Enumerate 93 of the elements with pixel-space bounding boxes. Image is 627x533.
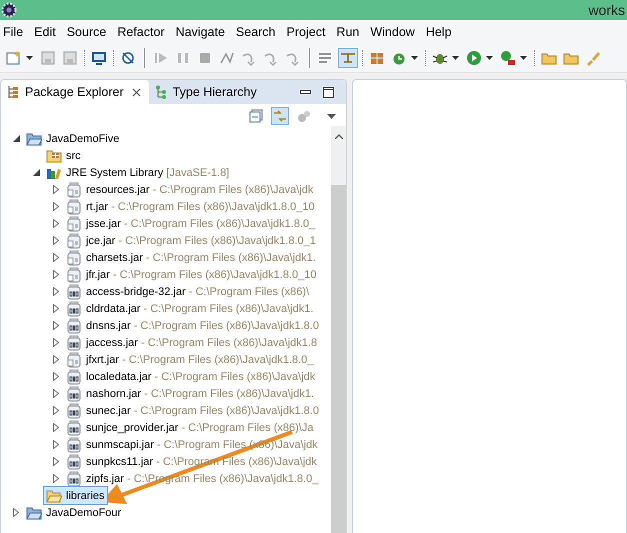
jar-icon (66, 318, 82, 334)
jar-icon (66, 436, 82, 452)
tree-item[interactable]: cldrdata.jar - C:\Program Files (x86)\Java\jdk1. (63, 299, 316, 318)
menu-item[interactable]: Source (64, 25, 114, 39)
maximize-icon[interactable] (323, 86, 334, 98)
collapsed-arrow-icon[interactable] (53, 457, 59, 466)
tree-item[interactable]: JavaDemoFour (23, 503, 124, 522)
menu-item[interactable]: Run (333, 25, 366, 39)
tree-item[interactable]: dnsns.jar - C:\Program Files (x86)\Java\jdk1.8.0 (63, 316, 322, 335)
jar-icon (66, 216, 82, 232)
jar-icon (66, 352, 82, 368)
tree-item[interactable]: localedata.jar - C:\Program Files (x86)\Java\jdk (63, 367, 318, 386)
jar-icon (66, 266, 82, 282)
collapsed-arrow-icon[interactable] (13, 508, 19, 517)
tree-item[interactable]: charsets.jar - C:\Program Files (x86)\Java\jdk1. (63, 248, 319, 267)
collapsed-arrow-icon[interactable] (53, 253, 59, 262)
tree-item[interactable]: jfr.jar - C:\Program Files (x86)\Java\jdk1.8.0_10 (63, 265, 320, 284)
collapsed-arrow-icon[interactable] (53, 321, 59, 330)
collapsed-arrow-icon[interactable] (53, 440, 59, 449)
collapsed-arrow-icon[interactable] (53, 423, 59, 432)
tree-item[interactable]: JRE System Library [JavaSE-1.8] (43, 163, 232, 182)
menu-item[interactable]: Search (232, 25, 283, 39)
run-tool-icon[interactable] (498, 48, 518, 68)
collapsed-arrow-icon[interactable] (53, 338, 59, 347)
collapsed-arrow-icon[interactable] (53, 202, 59, 211)
jar-icon (66, 470, 82, 486)
menu-item[interactable]: Navigate (172, 25, 232, 39)
jar-icon (66, 334, 82, 350)
collapsed-arrow-icon[interactable] (53, 270, 59, 279)
jar-icon (66, 284, 82, 300)
jar-icon (66, 386, 82, 402)
link-editor-icon[interactable] (271, 107, 289, 125)
view-tab[interactable]: Type Hierarchy (148, 80, 265, 104)
scrollbar[interactable] (331, 126, 346, 533)
menu-item[interactable]: Help (422, 25, 459, 39)
hierarchy-icon (154, 85, 167, 99)
jar-icon (66, 182, 82, 198)
menu-item[interactable]: Refactor (114, 25, 172, 39)
tree-item[interactable]: jsse.jar - C:\Program Files (x86)\Java\jdk1.8.0_ (63, 214, 318, 233)
menu-item[interactable]: Window (367, 25, 422, 39)
tree-item[interactable]: libraries (43, 486, 108, 505)
collapsed-arrow-icon[interactable] (53, 474, 59, 483)
caret-icon[interactable] (520, 56, 527, 60)
view-tab[interactable]: Package Explorer (1, 80, 149, 104)
package-tree-icon (7, 85, 19, 99)
jar-icon (66, 368, 82, 384)
folder-icon (46, 488, 62, 504)
collapsed-arrow-icon[interactable] (53, 185, 59, 194)
jar-icon (66, 300, 82, 316)
collapsed-arrow-icon[interactable] (53, 236, 59, 245)
collapsed-arrow-icon[interactable] (53, 287, 59, 296)
tree-item[interactable]: jfxrt.jar - C:\Program Files (x86)\Java\jdk1.8.0_ (63, 350, 316, 369)
gear-icon (1, 2, 17, 18)
collapsed-arrow-icon[interactable] (53, 406, 59, 415)
caret-icon[interactable] (452, 56, 459, 60)
tree-item[interactable]: jce.jar - C:\Program Files (x86)\Java\jdk1.8.0_1 (63, 231, 319, 250)
collapsed-arrow-icon[interactable] (53, 355, 59, 364)
jar-icon (66, 198, 82, 214)
scroll-up-icon[interactable] (334, 134, 342, 139)
menu-item[interactable]: File (0, 25, 30, 39)
close-icon[interactable] (132, 88, 141, 96)
toggle-icon[interactable] (338, 48, 358, 68)
jar-icon (66, 250, 82, 266)
tree-item[interactable]: sunjce_provider.jar - C:\Program Files (x86)\Ja (63, 418, 316, 437)
collapsed-arrow-icon[interactable] (53, 219, 59, 228)
jar-icon (66, 420, 82, 436)
project-folder-icon (26, 504, 42, 520)
tree-item[interactable]: access-bridge-32.jar - C:\Program Files (x86)\ (63, 282, 312, 301)
expanded-arrow-icon[interactable] (32, 169, 40, 176)
tree-item[interactable]: src (43, 146, 84, 165)
collapsed-arrow-icon[interactable] (53, 389, 59, 398)
expanded-arrow-icon[interactable] (12, 135, 20, 142)
menu-item[interactable]: Edit (31, 25, 63, 39)
jar-icon (66, 232, 82, 248)
tree-item[interactable]: rt.jar - C:\Program Files (x86)\Java\jdk1.8.0_10 (63, 197, 318, 216)
collapsed-arrow-icon[interactable] (53, 304, 59, 313)
collapsed-arrow-icon[interactable] (53, 372, 59, 381)
tree-item[interactable]: JavaDemoFive (23, 130, 122, 148)
project-folder-icon (26, 130, 42, 146)
jar-icon (66, 454, 82, 470)
menu-item[interactable]: Project (284, 25, 332, 39)
collapse-all-icon[interactable] (247, 107, 265, 125)
package-folder-icon (46, 148, 62, 164)
caret-icon[interactable] (411, 56, 418, 60)
caret-icon[interactable] (26, 56, 33, 60)
jar-icon (66, 402, 82, 418)
tree-item[interactable]: sunec.jar - C:\Program Files (x86)\Java\jdk1.8.0 (63, 401, 322, 420)
tree-item[interactable]: resources.jar - C:\Program Files (x86)\Java\jdk (63, 180, 316, 199)
view-menu-icon[interactable] (327, 114, 336, 118)
caret-icon[interactable] (486, 56, 493, 60)
tree-item[interactable]: jaccess.jar - C:\Program Files (x86)\Java\jdk1.8 (63, 333, 320, 352)
window-title: works (588, 2, 625, 18)
tree-item[interactable]: nashorn.jar - C:\Program Files (x86)\Java\jdk1. (63, 384, 318, 403)
